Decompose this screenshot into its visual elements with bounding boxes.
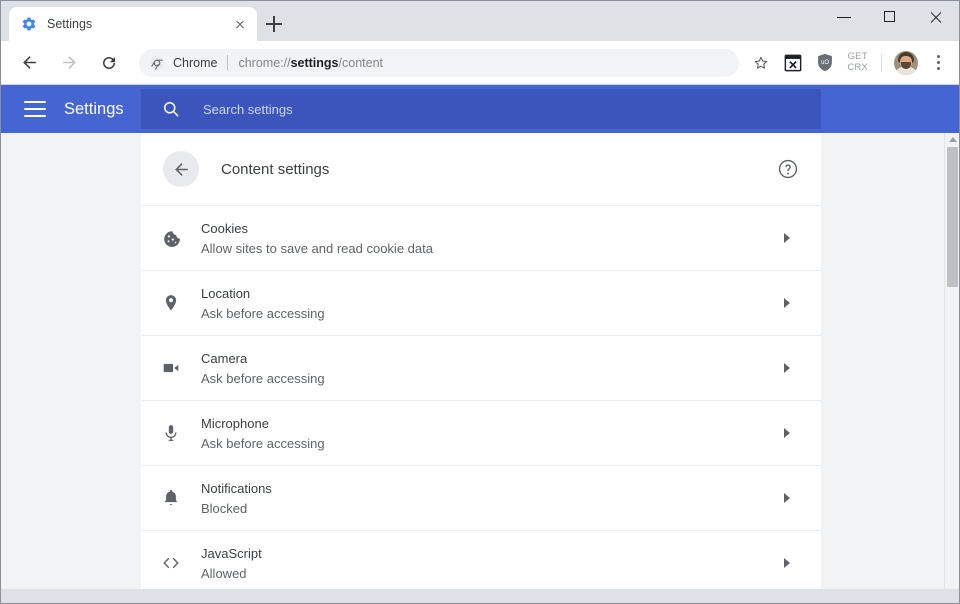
extension-button[interactable] — [779, 49, 807, 77]
cookie-icon — [159, 226, 183, 250]
omnibox-url-suffix: /content — [338, 55, 383, 70]
omnibox-url: chrome://settings/content — [238, 56, 383, 70]
row-subtitle: Ask before accessing — [201, 435, 325, 451]
row-text: Location Ask before accessing — [201, 284, 775, 323]
row-title: Camera — [201, 350, 248, 366]
maximize-button[interactable] — [867, 1, 913, 33]
scrollbar-thumb[interactable] — [947, 147, 958, 287]
row-title: JavaScript — [201, 545, 262, 561]
omnibox-url-prefix: chrome:// — [238, 55, 291, 70]
back-button[interactable] — [14, 48, 44, 78]
title-bar: Settings — [1, 1, 959, 41]
star-icon — [755, 56, 768, 69]
chrome-logo-icon — [150, 55, 164, 70]
chevron-right-icon[interactable] — [775, 486, 799, 510]
setting-row-microphone[interactable]: Microphone Ask before accessing — [141, 400, 821, 465]
settings-page: Content settings Cookies Allow sites to … — [1, 133, 959, 589]
bell-icon — [159, 486, 183, 510]
bookmark-button[interactable] — [747, 49, 775, 77]
row-title: Microphone — [201, 415, 269, 431]
search-icon — [164, 102, 179, 117]
avatar-beard — [901, 61, 911, 69]
row-text: JavaScript Allowed — [201, 544, 775, 583]
setting-row-cookies[interactable]: Cookies Allow sites to save and read coo… — [141, 205, 821, 270]
chevron-right-icon[interactable] — [775, 291, 799, 315]
omnibox-scheme-label: Chrome — [173, 55, 218, 70]
content-settings-card: Content settings Cookies Allow sites to … — [141, 133, 821, 589]
reload-button[interactable] — [94, 48, 124, 78]
close-button[interactable] — [913, 1, 959, 33]
row-subtitle: Blocked — [201, 500, 248, 516]
row-text: Cookies Allow sites to save and read coo… — [201, 219, 775, 258]
row-text: Notifications Blocked — [201, 479, 775, 518]
omnibox-separator — [227, 55, 229, 70]
chevron-right-icon[interactable] — [775, 421, 799, 445]
content-settings-header: Content settings — [141, 133, 821, 205]
ublock-shield-icon: uO — [818, 53, 833, 72]
location-pin-icon — [159, 291, 183, 315]
get-crx-line1: GET — [847, 51, 868, 62]
extension-x-icon — [784, 54, 802, 71]
forward-arrow-icon — [62, 56, 76, 69]
page-scrollbar[interactable] — [944, 133, 959, 589]
new-tab-button[interactable] — [263, 13, 285, 35]
back-arrow-icon — [22, 56, 36, 69]
settings-title: Settings — [64, 99, 124, 118]
video-camera-icon — [159, 356, 183, 380]
tab-close-icon[interactable] — [231, 15, 249, 33]
tab-settings[interactable]: Settings — [9, 7, 257, 41]
setting-row-camera[interactable]: Camera Ask before accessing — [141, 335, 821, 400]
minimize-button[interactable] — [821, 1, 867, 33]
help-question-icon — [778, 159, 798, 179]
browser-toolbar: Chrome chrome://settings/content uO GET — [1, 41, 959, 85]
search-settings-box[interactable]: Search settings — [141, 89, 821, 129]
get-crx-button[interactable]: GET CRX — [847, 51, 868, 73]
scroll-up-arrow[interactable] — [949, 137, 957, 142]
row-title: Location — [201, 285, 251, 301]
setting-row-notifications[interactable]: Notifications Blocked — [141, 465, 821, 530]
reload-icon — [103, 56, 115, 69]
row-text: Microphone Ask before accessing — [201, 414, 775, 453]
toolbar-separator — [881, 53, 882, 72]
three-dot-menu-icon[interactable] — [925, 49, 951, 77]
forward-button[interactable] — [54, 48, 84, 78]
hamburger-menu-icon[interactable] — [24, 98, 46, 120]
window-controls — [821, 1, 959, 33]
settings-header: Settings Search settings — [1, 85, 959, 133]
svg-text:uO: uO — [821, 60, 829, 66]
back-to-settings-button[interactable] — [163, 151, 199, 187]
back-arrow-icon — [174, 162, 188, 176]
omnibox-url-bold: settings — [290, 55, 339, 70]
profile-avatar[interactable] — [894, 50, 918, 75]
row-subtitle: Allow sites to save and read cookie data — [201, 240, 433, 256]
row-text: Camera Ask before accessing — [201, 349, 775, 388]
row-subtitle: Ask before accessing — [201, 370, 325, 386]
row-subtitle: Allowed — [201, 565, 247, 581]
page-title: Content settings — [221, 160, 330, 178]
get-crx-line2: CRX — [847, 61, 868, 73]
setting-row-javascript[interactable]: JavaScript Allowed — [141, 530, 821, 589]
row-subtitle: Ask before accessing — [201, 305, 325, 321]
microphone-icon — [159, 421, 183, 445]
omnibox[interactable]: Chrome chrome://settings/content — [139, 48, 740, 77]
chevron-right-icon[interactable] — [775, 551, 799, 575]
tab-title: Settings — [47, 17, 93, 31]
browser-window: Settings Chrome chrome://settings/conten… — [0, 0, 960, 604]
chevron-right-icon[interactable] — [775, 226, 799, 250]
help-button[interactable] — [777, 158, 799, 180]
search-input-placeholder[interactable]: Search settings — [203, 102, 293, 117]
settings-gear-icon — [22, 17, 36, 31]
row-title: Cookies — [201, 220, 248, 236]
setting-row-location[interactable]: Location Ask before accessing — [141, 270, 821, 335]
chevron-right-icon[interactable] — [775, 356, 799, 380]
row-title: Notifications — [201, 480, 272, 496]
ublock-button[interactable]: uO — [811, 49, 839, 77]
code-brackets-icon — [159, 551, 183, 575]
